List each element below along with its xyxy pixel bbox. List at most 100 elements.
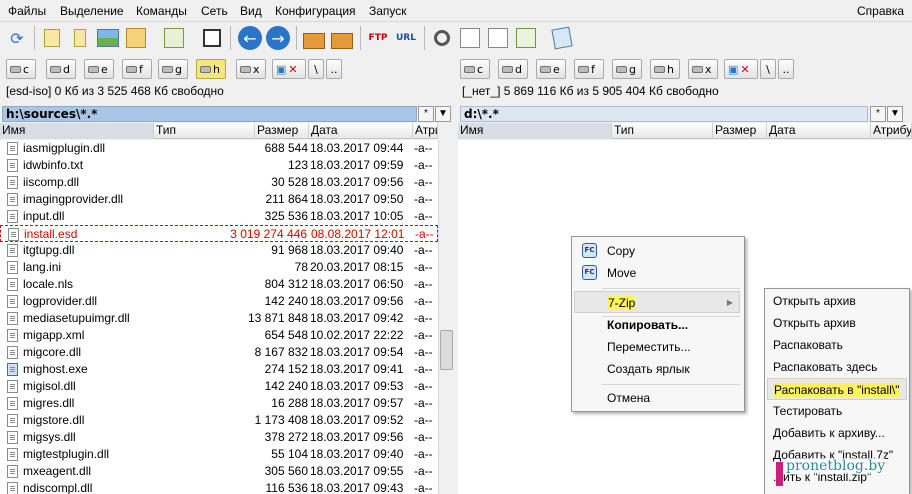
menu-help[interactable]: Справка xyxy=(857,4,904,18)
menu-launch[interactable]: Запуск xyxy=(369,4,407,18)
drive-g-left[interactable]: g xyxy=(158,59,188,79)
compare-icon[interactable] xyxy=(160,24,188,52)
table-row[interactable]: migapp.xml 654 548 10.02.2017 22:22 -a-- xyxy=(0,327,438,344)
table-row-selected[interactable]: install.esd 3 019 274 446 08.08.2017 12:01… xyxy=(0,225,438,242)
column-attributes[interactable]: Атрибуты xyxy=(871,123,912,139)
menu-selection[interactable]: Выделение xyxy=(60,4,124,18)
left-history-button[interactable]: * xyxy=(418,106,434,122)
drive-f-right[interactable]: f xyxy=(574,59,604,79)
table-row[interactable]: migstore.dll 1 173 408 18.03.2017 09:52 -a-… xyxy=(0,412,438,429)
url-icon[interactable]: URL xyxy=(392,24,420,52)
menu-view[interactable]: Вид xyxy=(240,4,262,18)
right-path-bar[interactable]: d:\*.* xyxy=(460,106,868,122)
column-name[interactable]: Имя xyxy=(0,123,154,139)
drive-h-left[interactable]: h xyxy=(196,59,226,79)
submenu-extract-to-install[interactable]: Распаковать в "install\" xyxy=(767,378,907,400)
sync-icon[interactable] xyxy=(484,24,512,52)
table-row[interactable]: migtestplugin.dll 55 104 18.03.2017 09:40-… xyxy=(0,446,438,463)
drive-g-right[interactable]: g xyxy=(612,59,642,79)
menu-copy[interactable]: FC Copy xyxy=(574,240,742,262)
submenu-extract-here[interactable]: Распаковать здесь xyxy=(767,356,907,378)
quickview-icon[interactable] xyxy=(198,24,226,52)
submenu-extract[interactable]: Распаковать xyxy=(767,334,907,356)
multirename-icon[interactable] xyxy=(456,24,484,52)
table-row[interactable]: imagingprovider.dll 211 864 18.03.2017 09:… xyxy=(0,191,438,208)
search-icon[interactable] xyxy=(428,24,456,52)
table-row[interactable]: iiscomp.dll 30 528 18.03.2017 09:56 -a-- xyxy=(0,174,438,191)
ftp-icon[interactable]: FTP xyxy=(364,24,392,52)
column-date[interactable]: Дата xyxy=(767,123,871,139)
left-path-bar[interactable]: h:\sources\*.* xyxy=(2,106,417,122)
table-row[interactable]: logprovider.dll 142 240 18.03.2017 09:56 -a… xyxy=(0,293,438,310)
drive-h-right[interactable]: h xyxy=(650,59,680,79)
unpack-icon[interactable] xyxy=(328,24,356,52)
drive-c-left[interactable]: c xyxy=(6,59,36,79)
column-date[interactable]: Дата xyxy=(309,123,413,139)
table-row[interactable]: ndiscompl.dll 116 536 18.03.2017 09:43 -a-- xyxy=(0,480,438,494)
menu-cancel[interactable]: Отмена xyxy=(574,387,742,409)
scrollbar-thumb[interactable] xyxy=(440,330,453,370)
forward-arrow-icon[interactable]: → xyxy=(264,24,292,52)
menu-move[interactable]: FC Move xyxy=(574,262,742,284)
copy-names-icon[interactable] xyxy=(512,24,540,52)
thumbnails-icon[interactable] xyxy=(38,24,66,52)
column-size[interactable]: Размер xyxy=(713,123,767,139)
table-row[interactable]: mighost.exe 274 152 18.03.2017 09:41 -a-- xyxy=(0,361,438,378)
drive-x-right[interactable]: x xyxy=(688,59,718,79)
column-attributes[interactable]: Атрибуты xyxy=(413,123,438,139)
refresh-icon[interactable]: ⟳ xyxy=(3,24,31,52)
drive-f-left[interactable]: f xyxy=(122,59,152,79)
column-size[interactable]: Размер xyxy=(255,123,309,139)
left-file-list[interactable]: iasmigplugin.dll 688 544 18.03.2017 09:44-… xyxy=(0,140,438,494)
submenu-test[interactable]: Тестировать xyxy=(767,400,907,422)
menu-7zip[interactable]: 7-Zip ▶ xyxy=(574,291,740,313)
root-button-right[interactable]: \ xyxy=(760,59,776,79)
drive-d-left[interactable]: d xyxy=(46,59,76,79)
table-row[interactable]: migsys.dll 378 272 18.03.2017 09:56 -a-- xyxy=(0,429,438,446)
table-row[interactable]: mxeagent.dll 305 560 18.03.2017 09:55 -a-- xyxy=(0,463,438,480)
tree-icon[interactable] xyxy=(122,24,150,52)
image-view-icon[interactable] xyxy=(94,24,122,52)
left-hotlist-button[interactable]: ▼ xyxy=(435,106,451,122)
notepad-icon[interactable] xyxy=(548,24,576,52)
menu-files[interactable]: Файлы xyxy=(8,4,46,18)
column-type[interactable]: Тип xyxy=(612,123,713,139)
column-name[interactable]: Имя xyxy=(458,123,612,139)
pack-icon[interactable] xyxy=(300,24,328,52)
table-row[interactable]: idwbinfo.txt 123 18.03.2017 09:59 -a-- xyxy=(0,157,438,174)
right-hotlist-button[interactable]: ▼ xyxy=(887,106,903,122)
table-row[interactable]: itgtupg.dll 91 968 18.03.2017 09:40 -a-- xyxy=(0,242,438,259)
drive-e-left[interactable]: e xyxy=(84,59,114,79)
network-drive-left[interactable]: ▣ ✕ xyxy=(272,59,306,79)
table-row[interactable]: iasmigplugin.dll 688 544 18.03.2017 09:44-… xyxy=(0,140,438,157)
menu-create-shortcut[interactable]: Создать ярлык xyxy=(574,358,742,380)
submenu-open-archive[interactable]: Открыть архив xyxy=(767,290,907,312)
table-row[interactable]: input.dll 325 536 18.03.2017 10:05 -a-- xyxy=(0,208,438,225)
right-history-button[interactable]: * xyxy=(870,106,886,122)
up-button-left[interactable]: .. xyxy=(326,59,342,79)
drive-e-right[interactable]: e xyxy=(536,59,566,79)
table-row[interactable]: lang.ini 78 20.03.2017 08:15 -a-- xyxy=(0,259,438,276)
left-scrollbar[interactable] xyxy=(438,140,455,494)
drive-d-right[interactable]: d xyxy=(498,59,528,79)
drive-x-left[interactable]: x xyxy=(236,59,266,79)
table-row[interactable]: migres.dll 16 288 18.03.2017 09:57 -a-- xyxy=(0,395,438,412)
brief-view-icon[interactable] xyxy=(66,24,94,52)
drive-c-right[interactable]: c xyxy=(460,59,490,79)
table-row[interactable]: migisol.dll 142 240 18.03.2017 09:53 -a-- xyxy=(0,378,438,395)
submenu-add-to-archive[interactable]: Добавить к архиву... xyxy=(767,422,907,444)
menu-configuration[interactable]: Конфигурация xyxy=(275,4,356,18)
table-row[interactable]: migcore.dll 8 167 832 18.03.2017 09:54 -a-- xyxy=(0,344,438,361)
back-arrow-icon[interactable]: ← xyxy=(236,24,264,52)
column-type[interactable]: Тип xyxy=(154,123,255,139)
table-row[interactable]: locale.nls 804 312 18.03.2017 06:50 -a-- xyxy=(0,276,438,293)
table-row[interactable]: mediasetupuimgr.dll 13 871 848 18.03.2017 … xyxy=(0,310,438,327)
menu-network[interactable]: Сеть xyxy=(201,4,228,18)
up-button-right[interactable]: .. xyxy=(778,59,794,79)
menu-commands[interactable]: Команды xyxy=(136,4,187,18)
root-button-left[interactable]: \ xyxy=(308,59,324,79)
network-drive-right[interactable]: ▣ ✕ xyxy=(724,59,758,79)
menu-copy-ru[interactable]: Копировать... xyxy=(574,314,742,336)
menu-move-ru[interactable]: Переместить... xyxy=(574,336,742,358)
submenu-open-archive-2[interactable]: Открыть архив xyxy=(767,312,907,334)
